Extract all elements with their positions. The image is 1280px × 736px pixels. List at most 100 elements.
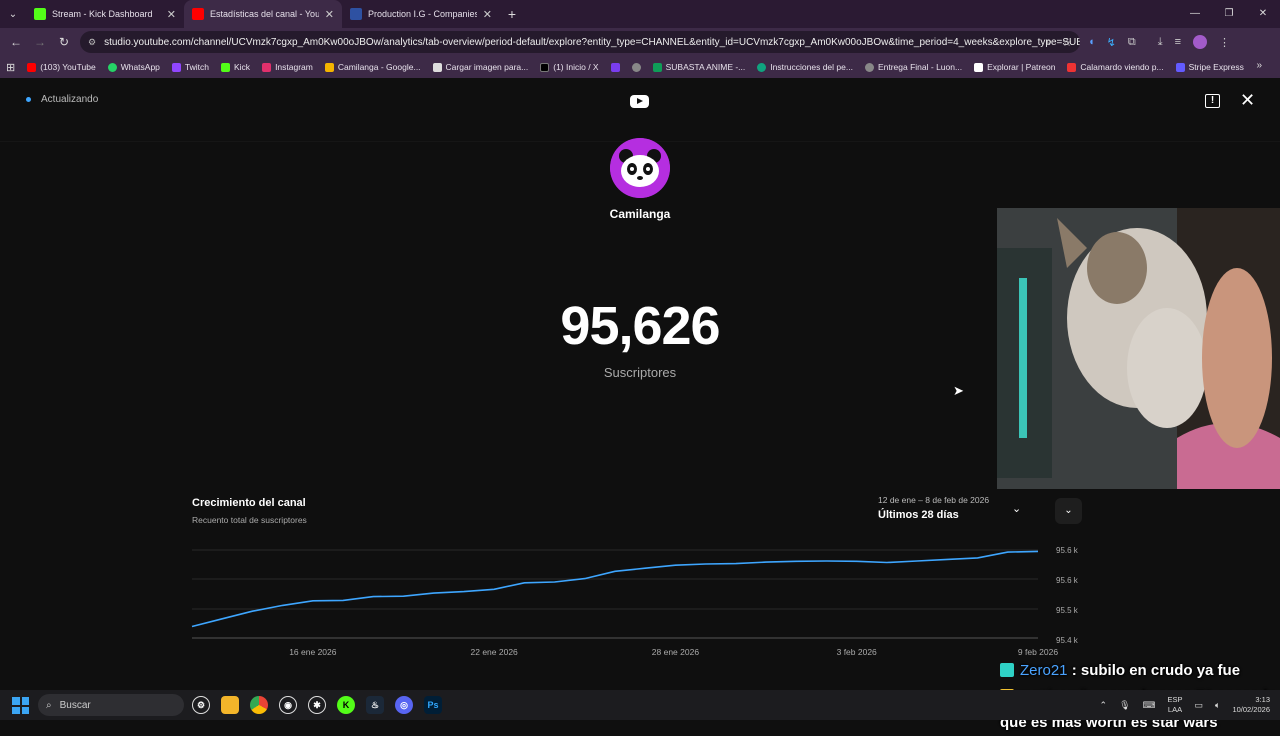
close-tab-icon[interactable]: ✕ (483, 8, 492, 21)
bookmark-item[interactable]: Instagram (262, 62, 313, 72)
tab-search-icon[interactable]: ⌄ (0, 0, 26, 28)
chrome-icon[interactable] (250, 696, 268, 714)
expand-chart-button[interactable]: ⌄ (1055, 498, 1082, 524)
bookmark-item[interactable]: Camilanga - Google... (324, 62, 421, 72)
tab-kick-dashboard[interactable]: Stream - Kick Dashboard ✕ (26, 0, 184, 28)
bookmark-label: Kick (234, 62, 251, 72)
chat-text: : subilo en crudo ya fue (1071, 662, 1241, 679)
globe-icon (631, 62, 641, 72)
bookmark-item[interactable]: Instrucciones del pe... (757, 62, 853, 72)
tab-youtube-studio[interactable]: Estadísticas del canal - YouTube ✕ (184, 0, 342, 28)
taskbar-search[interactable]: ⌕ Buscar (38, 694, 184, 716)
stripe-icon (1175, 62, 1185, 72)
browser-toolbar: ← → ↻ ⚙ studio.youtube.com/channel/UCVmz… (0, 28, 1280, 56)
address-bar[interactable]: ⚙ studio.youtube.com/channel/UCVmzk7cgxp… (80, 31, 1080, 53)
site-info-icon[interactable]: ⚙ (88, 37, 96, 48)
bookmark-item[interactable] (610, 62, 620, 72)
back-icon[interactable]: ← (4, 35, 28, 49)
obs-icon[interactable]: ◉ (279, 696, 297, 714)
bookmark-item[interactable]: Cargar imagen para... (432, 62, 528, 72)
period-range: 12 de ene – 8 de feb de 2026 (878, 495, 990, 505)
x-tick-label: 3 feb 2026 (837, 647, 877, 657)
bookmark-label: (103) YouTube (40, 62, 96, 72)
chevron-down-icon[interactable]: ⌄ (1012, 502, 1021, 515)
extensions-area: ◖ ↯ ⧉ ⤓ ≡ ⋮ (1088, 28, 1230, 56)
window-close-icon[interactable]: ✕ (1246, 0, 1280, 28)
system-tray: ⌃ 🎙︎ ⌨ ESP LAA ▭ 🔈︎ 3:13 10/02/2026 (1100, 690, 1270, 720)
bookmark-label: Twitch (184, 62, 209, 72)
youtube-logo-icon (630, 95, 649, 108)
webcam-feed (997, 208, 1280, 489)
x-icon (540, 62, 550, 72)
chatgpt-icon (757, 62, 767, 72)
y-tick-label: 95.6 k (1056, 546, 1079, 555)
panda-icon (610, 138, 670, 198)
network-icon[interactable]: ▭ (1195, 700, 1204, 711)
clock[interactable]: 3:13 10/02/2026 (1232, 695, 1270, 715)
series-line[interactable] (191, 550, 1039, 628)
reload-icon[interactable]: ↻ (52, 35, 76, 49)
microphone-icon[interactable]: 🎙︎ (1119, 700, 1130, 711)
bookmark-item[interactable]: Explorar | Patreon (974, 62, 1055, 72)
bookmark-label: Explorar | Patreon (987, 62, 1056, 72)
explorer-icon[interactable] (221, 696, 239, 714)
period-selector[interactable]: Últimos 28 días (878, 509, 959, 521)
y-tick-label: 95.4 k (1056, 636, 1079, 645)
menu-icon[interactable]: ⋮ (1219, 36, 1230, 49)
windows-start-icon[interactable] (12, 697, 29, 714)
feedback-icon[interactable]: ! (1205, 94, 1220, 108)
language-indicator[interactable]: ESP LAA (1168, 695, 1183, 715)
volume-icon[interactable]: 🔈︎ (1215, 700, 1220, 711)
keyboard-icon[interactable]: ⌨ (1143, 700, 1156, 711)
steam-app-icon[interactable]: ♨ (366, 696, 384, 714)
tab-groups-icon[interactable]: ≡ (1175, 36, 1181, 48)
bookmark-item[interactable]: Calamardo viendo p... (1067, 62, 1164, 72)
close-tab-icon[interactable]: ✕ (325, 8, 334, 21)
bookmark-item[interactable]: Kick (221, 62, 250, 72)
extension-translate-icon[interactable]: ↯ (1107, 36, 1116, 49)
more-bookmarks-icon[interactable]: » (1256, 60, 1262, 71)
bookmark-item[interactable]: Twitch (171, 62, 209, 72)
close-icon[interactable]: ✕ (1240, 90, 1255, 111)
kick-app-icon[interactable]: K (337, 696, 355, 714)
extension-icon[interactable]: ◖ (1088, 36, 1095, 48)
youtube-icon (27, 62, 37, 72)
bookmark-item[interactable] (631, 62, 641, 72)
discord-icon[interactable]: ◎ (395, 696, 413, 714)
bookmark-item[interactable]: (103) YouTube (27, 62, 96, 72)
steelseries-icon[interactable]: ✱ (308, 696, 326, 714)
new-tab-button[interactable]: + (500, 6, 524, 22)
zoom-icon[interactable]: ⌕ (1046, 36, 1052, 49)
restore-icon[interactable]: ❐ (1212, 0, 1246, 28)
extensions-puzzle-icon[interactable]: ⧉ (1128, 36, 1136, 49)
bookmark-item[interactable]: Stripe Express (1175, 62, 1244, 72)
bookmark-item[interactable]: (1) Inicio / X (540, 62, 599, 72)
photoshop-icon[interactable]: Ps (424, 696, 442, 714)
sheets-icon (652, 62, 662, 72)
kick-icon (34, 8, 46, 20)
download-icon[interactable]: ⤓ (1158, 36, 1163, 49)
minimize-icon[interactable]: — (1178, 0, 1212, 28)
bookmark-item[interactable]: SUBASTA ANIME -... (652, 62, 745, 72)
growth-chart: 95.6 k 95.6 k 95.5 k 95.4 k 16 ene 2026 22 en… (191, 546, 1079, 657)
close-tab-icon[interactable]: ✕ (167, 8, 176, 21)
taskbar-apps: ⚙ ◉ ✱ K ♨ ◎ Ps (192, 690, 442, 720)
tray-chevron-icon[interactable]: ⌃ (1100, 700, 1108, 711)
tab-strip: ⌄ Stream - Kick Dashboard ✕ Estadísticas… (0, 0, 1280, 28)
window-controls: — ❐ ✕ (1178, 0, 1280, 28)
bookmark-item[interactable]: WhatsApp (107, 62, 160, 72)
x-tick-label: 28 ene 2026 (652, 647, 700, 657)
apps-grid-icon[interactable]: ⊞ (6, 61, 15, 74)
tab-production-ig[interactable]: Production I.G - Companies - M ✕ (342, 0, 500, 28)
forward-icon[interactable]: → (28, 35, 52, 49)
bookmark-star-icon[interactable]: ☆ (1062, 36, 1072, 49)
y-tick-label: 95.6 k (1056, 576, 1079, 585)
bookmark-item[interactable]: Entrega Final - Luon... (864, 62, 962, 72)
globe-icon (864, 62, 874, 72)
studio-page: Actualizando ! ✕ Camilanga 95,626 Suscri… (0, 78, 1280, 731)
clock-date: 10/02/2026 (1232, 705, 1270, 714)
steam-icon[interactable]: ⚙ (192, 696, 210, 714)
profile-avatar[interactable] (1193, 35, 1208, 49)
y-tick-label: 95.5 k (1056, 606, 1079, 615)
youtube-icon (192, 8, 204, 20)
